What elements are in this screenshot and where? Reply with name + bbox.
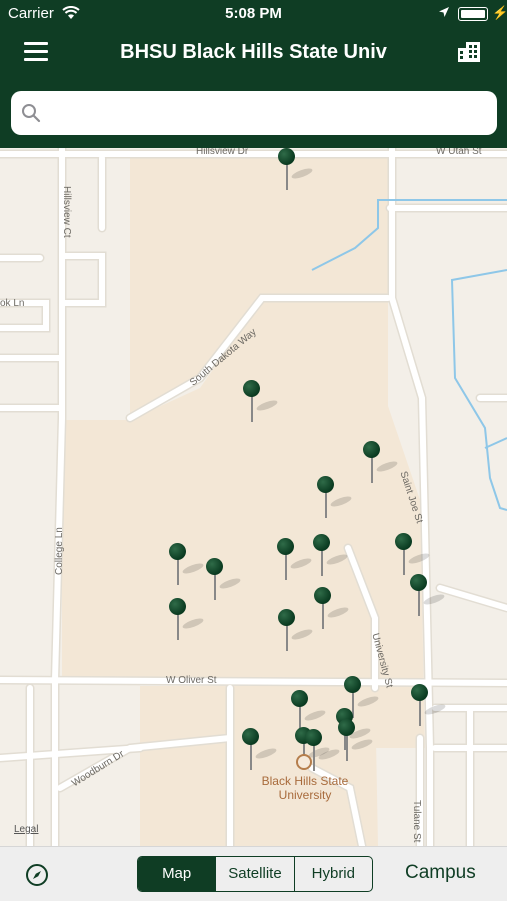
charging-icon: ⚡ [492, 5, 507, 20]
map-pin[interactable] [242, 380, 279, 424]
clock: 5:08 PM [225, 5, 282, 22]
map-pin[interactable] [312, 534, 349, 578]
segment-satellite[interactable]: Satellite [215, 857, 293, 891]
map-pin[interactable] [241, 728, 278, 772]
street-label: W Utah St [436, 148, 482, 157]
nav-bar: BHSU Black Hills State Univ [0, 28, 507, 80]
map-pin[interactable] [313, 587, 350, 631]
compass-icon[interactable] [25, 863, 49, 887]
map-pin[interactable] [277, 609, 314, 653]
university-poi-icon[interactable] [296, 754, 312, 770]
poi-label: Black Hills State University [261, 774, 349, 802]
hamburger-menu-icon[interactable] [24, 42, 48, 62]
map-pin[interactable] [337, 719, 374, 763]
bottom-toolbar: Map Satellite Hybrid Campus [0, 846, 507, 901]
map-pin[interactable] [168, 598, 205, 642]
map-pin[interactable] [277, 148, 314, 192]
map-view[interactable]: Hillsview Dr W Utah St Hillsview Ct ok L… [0, 148, 507, 846]
legal-link[interactable]: Legal [14, 824, 38, 835]
street-label: W Oliver St [166, 675, 217, 686]
campus-button[interactable]: Campus [405, 862, 476, 884]
map-pin[interactable] [410, 684, 447, 728]
street-label: College Ln [54, 527, 65, 575]
street-label: Hillsview Ct [61, 186, 72, 238]
map-pin[interactable] [362, 441, 399, 485]
search-input[interactable] [51, 99, 485, 129]
street-label: Tulane St [411, 800, 422, 843]
status-bar: Carrier 5:08 PM ⚡ [0, 0, 507, 28]
battery-icon [458, 7, 488, 21]
segment-hybrid[interactable]: Hybrid [293, 857, 372, 891]
map-pin[interactable] [409, 574, 446, 618]
map-type-segmented-control: Map Satellite Hybrid [137, 856, 373, 892]
page-title: BHSU Black Hills State Univ [120, 41, 387, 63]
street-label: Hillsview Dr [196, 148, 249, 157]
search-bar-container [0, 80, 507, 148]
map-pin[interactable] [276, 538, 313, 582]
building-icon[interactable] [456, 40, 482, 64]
map-pin[interactable] [394, 533, 431, 577]
map-pin[interactable] [316, 476, 353, 520]
street-label: ok Ln [0, 298, 25, 309]
map-pin[interactable] [168, 543, 205, 587]
segment-map[interactable]: Map [138, 857, 216, 891]
map-pin[interactable] [205, 558, 242, 602]
location-arrow-icon [439, 7, 449, 17]
search-field[interactable] [11, 91, 497, 135]
search-icon [22, 104, 41, 123]
